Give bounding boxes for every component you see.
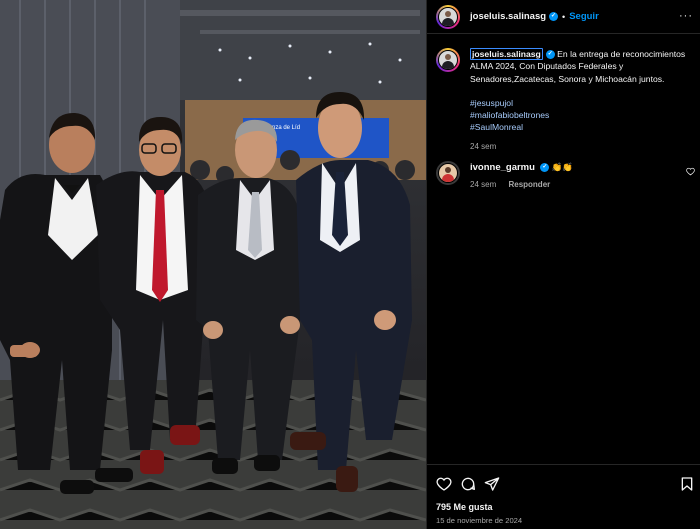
comment-like-heart-icon[interactable] (686, 167, 695, 176)
commenter-avatar[interactable] (436, 161, 460, 185)
separator-dot: • (562, 11, 566, 22)
reply-button[interactable]: Responder (508, 180, 550, 189)
hashtag-link[interactable]: #SaulMonreal (470, 121, 696, 133)
post-photo[interactable]: Alianza de Líd (0, 0, 426, 529)
author-avatar[interactable] (436, 4, 460, 29)
hashtag-link[interactable]: #maliofabiobeltrones (470, 109, 696, 121)
bookmark-icon[interactable] (679, 476, 695, 492)
author-username[interactable]: joseluis.salinasg (470, 11, 546, 22)
caption-username[interactable]: joseluis.salinasg (470, 48, 543, 60)
comment-text: 👏👏 (551, 162, 574, 172)
photo-illustration: Alianza de Líd (0, 0, 426, 529)
caption-block: joseluis.salinasg ✓ En la entrega de reco… (436, 48, 696, 153)
comment-icon[interactable] (460, 476, 476, 492)
comment-body: ivonne_garmu ✓ 👏👏 24 sem Responder (470, 161, 573, 189)
post-sidebar: joseluis.salinasg ✓ • Seguir ··· joselui… (426, 0, 700, 529)
verified-badge-icon: ✓ (545, 50, 555, 60)
comment-item: ivonne_garmu ✓ 👏👏 24 sem Responder (436, 161, 696, 189)
heart-icon[interactable] (436, 476, 452, 492)
caption-avatar[interactable] (436, 48, 460, 72)
verified-badge-icon: ✓ (540, 163, 550, 173)
commenter-username[interactable]: ivonne_garmu (470, 162, 535, 173)
post-actions: 795 Me gusta 15 de noviembre de 2024 (427, 464, 700, 529)
caption-timestamp[interactable]: 24 sem (470, 141, 696, 153)
verified-badge-icon: ✓ (549, 12, 559, 21)
hashtag-link[interactable]: #jesuspujol (470, 97, 696, 109)
post-header: joseluis.salinasg ✓ • Seguir ··· (427, 0, 700, 34)
follow-button[interactable]: Seguir (569, 11, 599, 22)
comment-timestamp[interactable]: 24 sem (470, 180, 496, 189)
like-count[interactable]: 795 Me gusta (436, 502, 493, 512)
more-icon[interactable]: ··· (679, 10, 693, 22)
caption-text: joseluis.salinasg ✓ En la entrega de reco… (470, 48, 696, 153)
share-icon[interactable] (484, 476, 500, 492)
hashtag-list: #jesuspujol #maliofabiobeltrones #SaulMo… (470, 97, 696, 134)
post-date: 15 de noviembre de 2024 (436, 516, 523, 525)
